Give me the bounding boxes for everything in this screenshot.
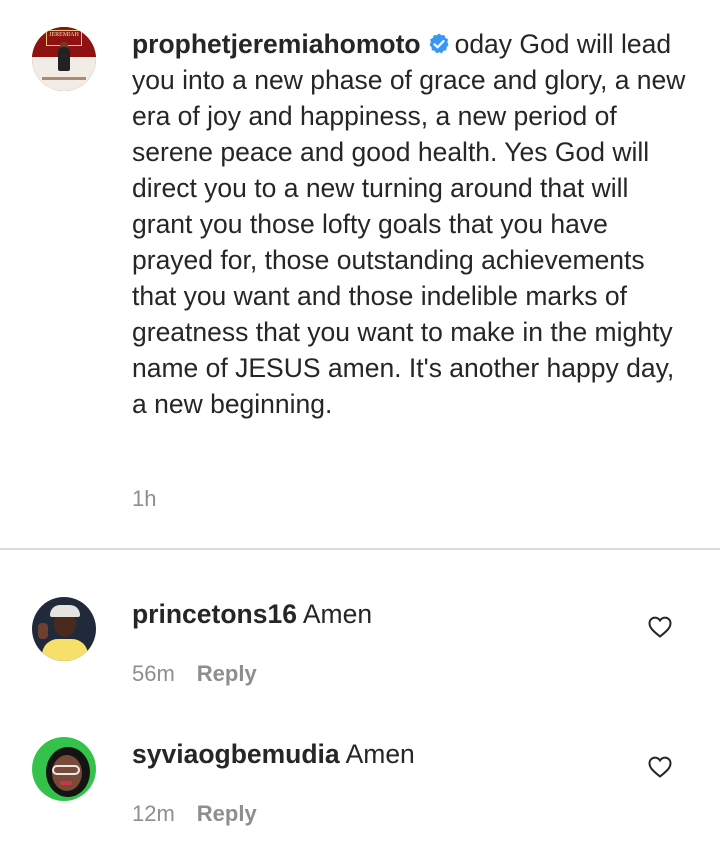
avatar-glasses xyxy=(52,765,80,775)
caption-author-avatar[interactable]: JEREMIAH xyxy=(32,27,96,91)
comment-meta: 12m Reply xyxy=(132,801,257,827)
avatar-figure-body xyxy=(58,47,70,71)
heart-outline-icon[interactable] xyxy=(647,755,673,779)
comment-timestamp[interactable]: 12m xyxy=(132,801,175,826)
avatar-lips xyxy=(60,781,72,785)
caption-text-block: prophetjeremiahomoto oday God will lead … xyxy=(132,26,692,422)
comment-username[interactable]: princetons16 xyxy=(132,599,297,629)
comment-text: syviaogbemudia Amen xyxy=(132,738,415,770)
avatar-tagline xyxy=(42,77,86,80)
heart-outline-icon[interactable] xyxy=(647,615,673,639)
comment-avatar[interactable] xyxy=(32,597,96,661)
comment-timestamp[interactable]: 56m xyxy=(132,661,175,686)
comment-text: princetons16 Amen xyxy=(132,598,372,630)
comment-body: Amen xyxy=(302,599,373,629)
avatar-cap xyxy=(50,605,80,617)
reply-button[interactable]: Reply xyxy=(197,801,257,826)
caption-timestamp[interactable]: 1h xyxy=(132,486,156,512)
comment-username[interactable]: syviaogbemudia xyxy=(132,739,340,769)
avatar-hand xyxy=(38,623,48,639)
divider xyxy=(0,548,720,550)
comment-meta: 56m Reply xyxy=(132,661,257,687)
caption-block: JEREMIAH prophetjeremiahomoto oday God w… xyxy=(0,0,720,548)
avatar-shirt xyxy=(42,639,88,661)
verified-badge-icon xyxy=(429,33,449,54)
comment-body: Amen xyxy=(345,739,415,769)
reply-button[interactable]: Reply xyxy=(197,661,257,686)
caption-body: oday God will lead you into a new phase … xyxy=(132,29,686,419)
comment-avatar[interactable] xyxy=(32,737,96,801)
caption-username[interactable]: prophetjeremiahomoto xyxy=(132,29,421,59)
